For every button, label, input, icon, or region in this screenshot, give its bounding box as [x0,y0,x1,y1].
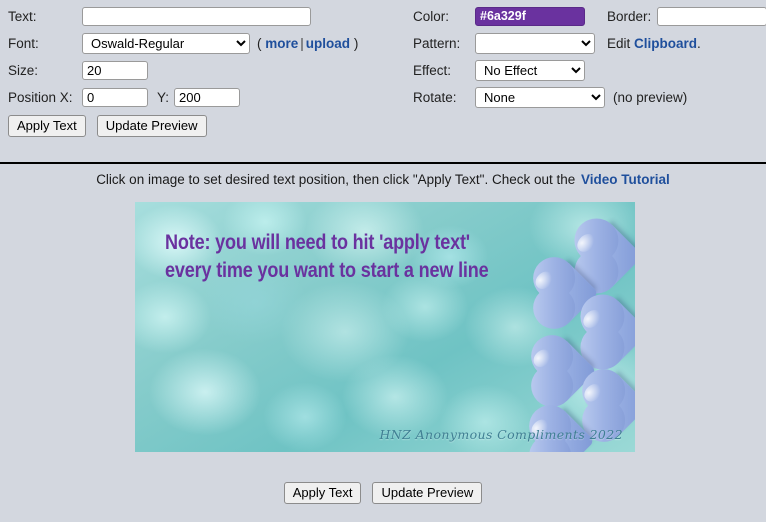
instruction-text: Click on image to set desired text posit… [96,172,576,187]
heart-gloss [579,306,605,332]
size-input[interactable] [82,60,148,80]
effect-select[interactable]: No Effect [475,59,585,81]
pattern-label: Pattern: [413,35,461,51]
size-label: Size: [8,62,39,78]
rotate-note: (no preview) [613,89,688,105]
apply-text-button-bottom[interactable]: Apply Text [283,482,362,505]
border-input[interactable] [657,6,766,26]
heart-gloss [532,268,556,293]
text-row: Text: [8,4,408,28]
rotate-select[interactable]: None [475,86,605,108]
clipboard-link[interactable]: Clipboard [634,36,697,51]
heart-gloss [530,346,554,371]
bottom-button-group: Apply Text Update Preview [0,482,766,505]
update-preview-button-bottom[interactable]: Update Preview [372,482,483,505]
section-divider [0,162,766,164]
overlay-text-line-2: every time you want to start a new line [165,259,489,282]
color-input[interactable] [475,6,585,26]
position-x-input[interactable] [82,87,148,107]
position-y-input[interactable] [174,87,241,107]
controls-left-column: Text: Font: Oswald-Regular ( more | upload… [8,4,408,112]
controls-right-column: Color: Border: Pattern: Edit Clipboard. … [413,4,766,112]
pattern-row: Pattern: Edit Clipboard. [413,31,763,55]
size-row: Size: [8,58,408,82]
top-button-group: Apply Text Update Preview [8,115,207,138]
close-paren: ) [353,35,359,51]
overlay-text-line-1: Note: you will need to hit 'apply text' [165,231,470,254]
color-row: Color: Border: [413,4,766,28]
font-select[interactable]: Oswald-Regular [82,32,250,54]
apply-text-button-top[interactable]: Apply Text [8,115,86,138]
heart-decoration [579,300,635,364]
watermark-text: HNZ Anonymous Compliments 2022 [379,427,623,442]
color-label: Color: [413,8,450,24]
position-x-label: Position X: [8,89,73,105]
position-y-label: Y: [157,89,170,105]
effect-label: Effect: [413,62,452,78]
border-label: Border: [607,8,652,24]
edit-label: Edit [607,35,631,51]
effect-row: Effect: No Effect [413,58,763,82]
font-row: Font: Oswald-Regular ( more | upload ) [8,31,408,55]
clipboard-period: . [697,35,701,51]
text-label: Text: [8,8,37,24]
font-label: Font: [8,35,39,51]
clipboard-group: Edit Clipboard. [607,36,701,51]
position-row: Position X: Y: [8,85,408,109]
text-input[interactable] [82,6,311,26]
preview-canvas[interactable]: Note: you will need to hit 'apply text' … [135,202,635,452]
video-tutorial-link[interactable]: Video Tutorial [581,172,670,187]
control-panel: Text: Font: Oswald-Regular ( more | upload… [0,0,766,164]
font-more-link[interactable]: more [265,36,298,51]
instruction-bar: Click on image to set desired text posit… [0,172,766,187]
rotate-row: Rotate: None (no preview) [413,85,763,109]
heart-gloss [580,380,606,405]
font-upload-link[interactable]: upload [306,36,350,51]
pattern-select[interactable] [475,32,595,54]
heart-gloss [573,230,599,256]
heart-decoration [573,224,635,288]
preview-image-area[interactable]: Note: you will need to hit 'apply text' … [135,202,635,452]
font-links: ( more | upload ) [257,36,358,51]
open-paren: ( [257,35,262,51]
link-separator: | [300,35,304,51]
rotate-label: Rotate: [413,89,457,105]
update-preview-button-top[interactable]: Update Preview [96,115,207,138]
